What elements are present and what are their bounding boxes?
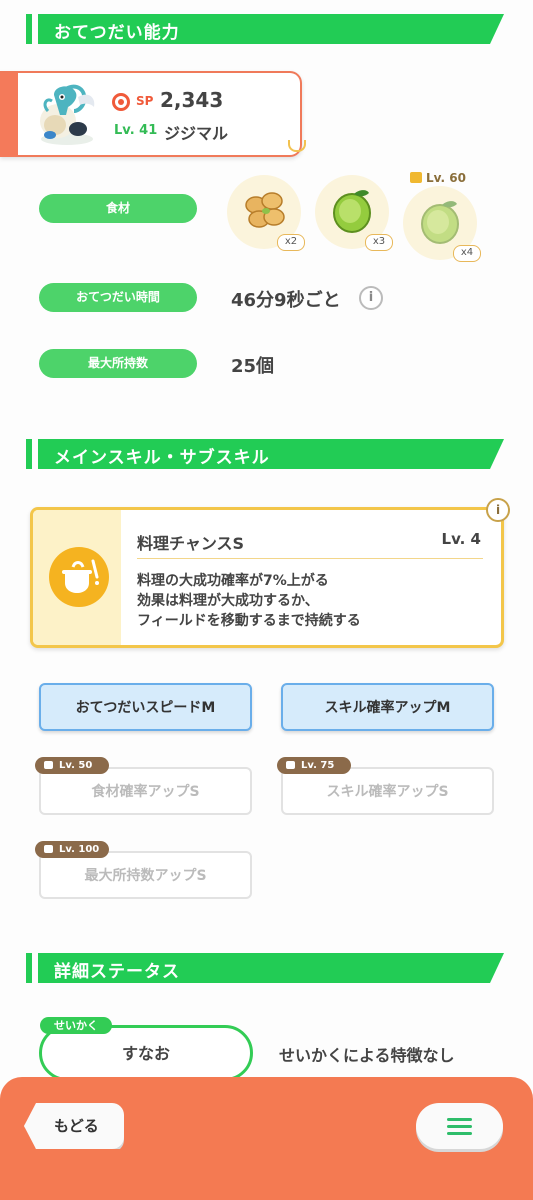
ingredient-qty: x2 xyxy=(277,234,305,251)
ingredient-qty: x4 xyxy=(453,245,481,262)
card-accent xyxy=(0,73,18,157)
pokemon-card[interactable]: SP 2,343 Lv. 41 ジジマル xyxy=(0,71,302,157)
section-header-helping-ability: おてつだい能力 xyxy=(26,14,504,44)
max-carry-value: 25個 xyxy=(231,356,275,377)
ingredient-qty: x3 xyxy=(365,234,393,251)
nature-description: せいかくによる特徴なし xyxy=(279,1046,455,1065)
section-accent xyxy=(26,953,32,983)
card-tab-edge xyxy=(288,140,306,152)
unlock-level-badge: Lv. 75 xyxy=(277,757,351,774)
pokemon-level: Lv. 41 xyxy=(114,123,158,138)
section-title: 詳細ステータス xyxy=(54,962,180,982)
skill-name: 料理チャンスS xyxy=(137,534,245,553)
unlock-level-badge: Lv. 50 xyxy=(35,757,109,774)
ingredient-item[interactable]: x2 xyxy=(227,175,305,251)
sub-skill-button[interactable]: おてつだいスピードM xyxy=(39,683,252,731)
helping-time-label: おてつだい時間 xyxy=(39,283,197,312)
max-carry-label: 最大所持数 xyxy=(39,349,197,378)
ingredients-label: 食材 xyxy=(39,194,197,223)
main-skill-card[interactable]: 料理チャンスS Lv. 4 料理の大成功確率が7%上がる 効果は料理が大成功する… xyxy=(30,507,504,648)
skill-divider xyxy=(137,558,483,559)
section-accent xyxy=(26,14,32,44)
soybean-icon xyxy=(245,192,285,228)
pokemon-sprite xyxy=(40,84,95,145)
sub-skill-button-locked[interactable]: スキル確率アップS xyxy=(281,767,494,815)
skill-description: 料理の大成功確率が7%上がる 効果は料理が大成功するか、 フィールドを移動するま… xyxy=(137,573,361,629)
info-icon[interactable]: i xyxy=(359,286,383,310)
menu-button[interactable] xyxy=(416,1103,503,1149)
section-accent xyxy=(26,439,32,469)
sub-skill-button-locked[interactable]: 食材確率アップS xyxy=(39,767,252,815)
skill-level: Lv. 4 xyxy=(441,530,481,548)
sp-value: 2,343 xyxy=(160,88,224,112)
avocado-icon xyxy=(421,201,459,244)
section-header-skills: メインスキル・サブスキル xyxy=(26,439,504,469)
section-title: おてつだい能力 xyxy=(54,23,180,43)
sub-skill-button-locked[interactable]: 最大所持数アップS xyxy=(39,851,252,899)
nature-tag: せいかく xyxy=(40,1017,112,1034)
back-button[interactable]: もどる xyxy=(24,1103,124,1149)
helping-time-value: 46分9秒ごと xyxy=(231,290,341,311)
lock-icon xyxy=(410,172,422,183)
sp-icon xyxy=(112,93,130,111)
skill-info-icon[interactable]: i xyxy=(486,498,510,522)
pokemon-name: ジジマル xyxy=(164,124,229,143)
skill-icon-panel xyxy=(33,510,121,645)
ingredient-item[interactable]: x3 xyxy=(315,175,393,251)
sp-label: SP xyxy=(136,94,154,108)
avocado-icon xyxy=(333,190,371,233)
unlock-level-badge: Lv. 100 xyxy=(35,841,109,858)
section-header-detailed-status: 詳細ステータス xyxy=(26,953,504,983)
ingredient-item-locked[interactable]: x4 xyxy=(403,186,481,262)
section-title: メインスキル・サブスキル xyxy=(54,448,270,468)
sub-skill-button[interactable]: スキル確率アップM xyxy=(281,683,494,731)
cooking-pot-icon xyxy=(49,547,109,607)
ingredient-unlock-level: Lv. 60 xyxy=(410,171,466,185)
